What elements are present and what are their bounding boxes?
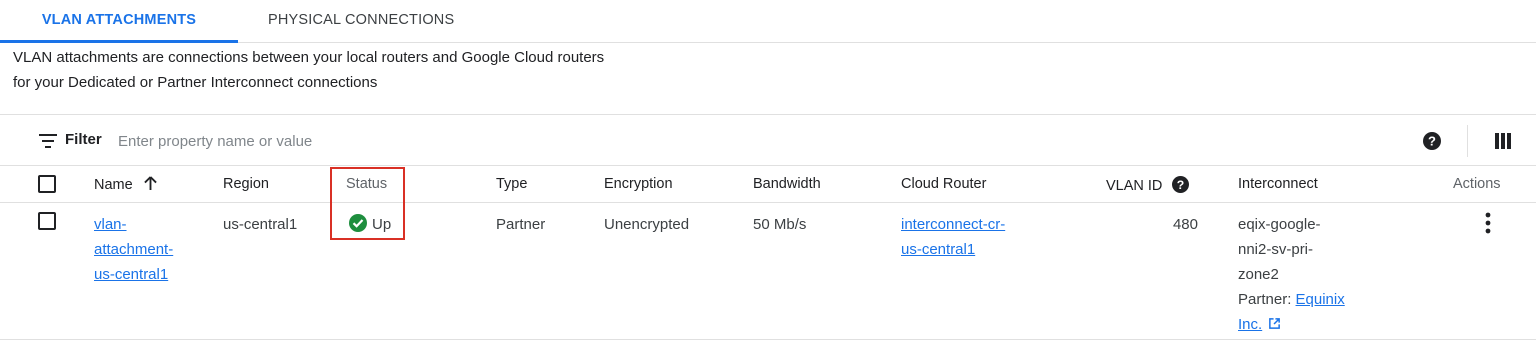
partner-link-line-2[interactable]: Inc. <box>1238 316 1262 333</box>
column-header-encryption[interactable]: Encryption <box>604 176 673 192</box>
filter-icon <box>39 134 57 148</box>
sort-ascending-icon[interactable] <box>143 176 157 191</box>
type-cell: Partner <box>496 216 546 233</box>
column-header-type[interactable]: Type <box>496 176 527 192</box>
name-link-line-1[interactable]: vlan- <box>94 212 173 237</box>
filter-input[interactable] <box>118 128 718 154</box>
table-header: Name Region Status Type Encryption Bandw… <box>0 166 1536 203</box>
column-header-actions: Actions <box>1453 176 1501 192</box>
toolbar-divider <box>1467 125 1468 157</box>
interconnect-line-3: zone2 <box>1238 266 1279 283</box>
help-icon[interactable]: ? <box>1423 132 1441 150</box>
region-cell: us-central1 <box>223 216 298 233</box>
svg-text:?: ? <box>1428 134 1436 149</box>
filter-bar: Filter ? <box>0 114 1536 166</box>
column-header-vlan-id[interactable]: VLAN ID ? <box>1106 176 1190 194</box>
cloud-router-link-line-1[interactable]: interconnect-cr- <box>901 212 1005 237</box>
tab-vlan-attachments[interactable]: VLAN ATTACHMENTS <box>0 0 238 43</box>
cloud-router-link[interactable]: interconnect-cr- us-central1 <box>901 212 1005 262</box>
description-line-1: VLAN attachments are connections between… <box>13 49 605 66</box>
partner-label: Partner: <box>1238 291 1296 308</box>
encryption-cell: Unencrypted <box>604 216 690 233</box>
svg-text:?: ? <box>1177 178 1185 192</box>
vlan-attachment-name-link[interactable]: vlan- attachment- us-central1 <box>94 212 173 287</box>
page-description: VLAN attachments are connections between… <box>13 45 713 95</box>
name-link-line-2[interactable]: attachment- <box>94 237 173 262</box>
column-header-name-label: Name <box>94 177 133 193</box>
column-header-cloud-router[interactable]: Cloud Router <box>901 176 986 192</box>
column-display-icon[interactable] <box>1495 133 1511 149</box>
external-link-icon[interactable] <box>1268 317 1281 330</box>
tab-bar: VLAN ATTACHMENTS PHYSICAL CONNECTIONS <box>0 0 1536 43</box>
bandwidth-cell: 50 Mb/s <box>753 216 807 233</box>
column-header-region[interactable]: Region <box>223 176 269 192</box>
column-header-vlan-id-label: VLAN ID <box>1106 178 1163 194</box>
name-link-line-3[interactable]: us-central1 <box>94 262 173 287</box>
select-all-checkbox[interactable] <box>38 175 56 193</box>
column-header-bandwidth[interactable]: Bandwidth <box>753 176 821 192</box>
table-row: vlan- attachment- us-central1 us-central… <box>0 203 1536 340</box>
interconnect-line-1: eqix-google- <box>1238 216 1321 233</box>
row-checkbox[interactable] <box>38 212 56 230</box>
interconnect-cell: eqix-google- nni2-sv-pri- zone2 Partner:… <box>1238 212 1345 337</box>
interconnect-line-2: nni2-sv-pri- <box>1238 241 1314 258</box>
cloud-router-link-line-2[interactable]: us-central1 <box>901 237 1005 262</box>
tab-physical-connections[interactable]: PHYSICAL CONNECTIONS <box>268 0 454 43</box>
column-header-name[interactable]: Name <box>94 176 157 193</box>
vlan-id-cell: 480 <box>1172 216 1198 233</box>
partner-link-line-1[interactable]: Equinix <box>1296 291 1345 308</box>
column-header-interconnect[interactable]: Interconnect <box>1238 176 1318 192</box>
vlan-id-help-icon[interactable]: ? <box>1172 176 1190 193</box>
status-highlight-box <box>330 167 405 240</box>
description-line-2: for your Dedicated or Partner Interconne… <box>13 74 378 91</box>
filter-label: Filter <box>65 131 102 148</box>
more-actions-icon[interactable] <box>1481 211 1495 235</box>
